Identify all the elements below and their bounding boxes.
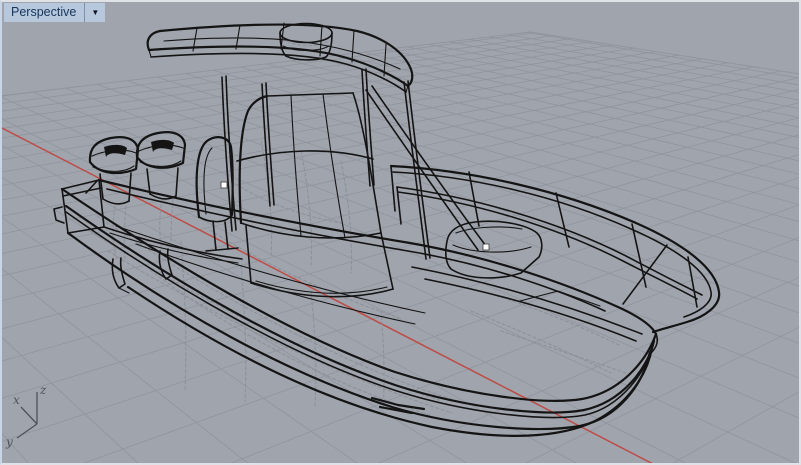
world-axes-gizmo: z x y xyxy=(5,383,47,449)
viewport-title[interactable]: Perspective ▼ xyxy=(4,3,105,22)
x-axis-label: x xyxy=(13,393,20,407)
radar-dome xyxy=(280,24,332,43)
hull xyxy=(54,180,657,436)
viewport-title-text[interactable]: Perspective xyxy=(4,5,84,20)
outboard-engines xyxy=(86,132,185,293)
control-point[interactable] xyxy=(221,182,227,188)
z-axis-label: z xyxy=(39,383,47,397)
leaning-post xyxy=(197,137,238,251)
control-point[interactable] xyxy=(483,244,489,250)
bow-seat xyxy=(446,221,542,278)
rhino-perspective-viewport[interactable]: z x y Perspective ▼ xyxy=(0,0,801,465)
y-axis-label: y xyxy=(5,435,13,449)
chevron-down-icon[interactable]: ▼ xyxy=(85,3,105,22)
viewport-canvas[interactable]: z x y xyxy=(0,0,801,465)
